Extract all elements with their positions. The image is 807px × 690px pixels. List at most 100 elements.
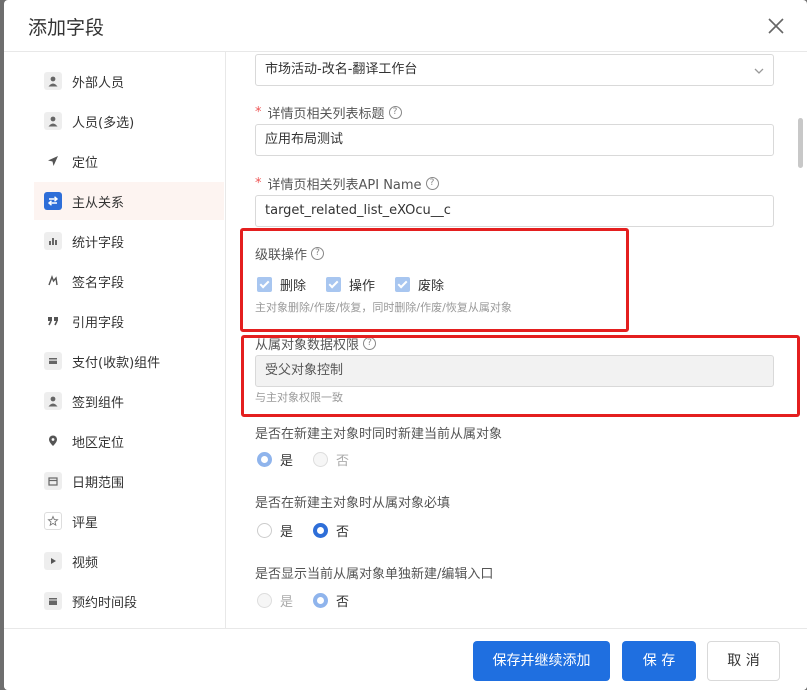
sidebar-item-label: 日期范围 (72, 475, 125, 491)
sidebar-item-region[interactable]: 地区定位 (34, 422, 224, 460)
sidebar-item-label: 支付(收款)组件 (72, 355, 161, 371)
q3-radio-group: 是 否 (257, 591, 369, 610)
bar-chart-icon (44, 232, 62, 250)
save-and-continue-button[interactable]: 保存并继续添加 (473, 641, 610, 681)
related-list-title-label: * 详情页相关列表标题 ? (255, 103, 402, 122)
sidebar-item-person-multi[interactable]: 人员(多选) (34, 102, 224, 140)
q1-radio-group: 是 否 (257, 450, 369, 469)
sidebar-item-master-detail[interactable]: 主从关系 (34, 182, 224, 220)
q1-label: 是否在新建主对象时同时新建当前从属对象 (255, 427, 503, 442)
sidebar-item-label: 主从关系 (72, 195, 125, 211)
radio-unselected-icon (257, 523, 272, 538)
dialog-footer: 保存并继续添加 保 存 取 消 (4, 628, 807, 690)
sidebar-item-label: 地区定位 (72, 435, 125, 451)
cascade-operate-checkbox[interactable]: 操作 (326, 275, 375, 294)
permission-input: 受父对象控制 (255, 355, 774, 387)
close-icon[interactable] (764, 14, 788, 38)
required-mark: * (255, 176, 262, 191)
map-pin-icon (44, 432, 62, 450)
q2-no-radio[interactable]: 否 (313, 521, 349, 540)
form-scrollbar[interactable] (798, 118, 803, 168)
video-play-icon (44, 552, 62, 570)
q2-radio-group: 是 否 (257, 521, 369, 540)
required-mark: * (255, 105, 262, 120)
person-icon (44, 112, 62, 130)
sidebar-item-reference[interactable]: 引用字段 (34, 302, 224, 340)
permission-hint: 与主对象权限一致 (255, 391, 343, 404)
cascade-hint: 主对象删除/作废/恢复，同时删除/作废/恢复从属对象 (255, 301, 512, 314)
sidebar-item-label: 外部人员 (72, 75, 125, 91)
checkbox-checked-icon (395, 277, 411, 292)
radio-label: 否 (336, 525, 350, 540)
api-name-label: * 详情页相关列表API Name ? (255, 174, 439, 193)
field-type-sidebar: 外部人员 人员(多选) 定位 主从关系 统计字段 签名字段 引用字段 支付(收款… (4, 52, 226, 628)
radio-label: 是 (280, 454, 294, 469)
person-icon (44, 72, 62, 90)
help-icon[interactable]: ? (311, 247, 325, 260)
dialog-header: 添加字段 (4, 0, 807, 52)
star-icon (44, 512, 62, 530)
cascade-label: 级联操作 ? (255, 244, 325, 263)
sidebar-item-label: 引用字段 (72, 315, 125, 331)
chevron-down-icon (754, 68, 764, 74)
master-object-select-value: 市场活动-改名-翻译工作台 (265, 62, 418, 77)
sidebar-item-label: 人员(多选) (72, 115, 135, 131)
sidebar-item-checkin[interactable]: 签到组件 (34, 382, 224, 420)
help-icon[interactable]: ? (363, 337, 377, 350)
sidebar-item-external-person[interactable]: 外部人员 (34, 62, 224, 100)
radio-label: 是 (280, 525, 294, 540)
checkbox-label: 废除 (418, 279, 445, 294)
q1-yes-radio[interactable]: 是 (257, 450, 293, 469)
sidebar-item-label: 签到组件 (72, 395, 125, 411)
sidebar-item-label: 定位 (72, 155, 99, 171)
cancel-button[interactable]: 取 消 (707, 641, 780, 681)
sidebar-item-rating[interactable]: 评星 (34, 502, 224, 540)
api-name-input[interactable]: target_related_list_eXOcu__c (255, 195, 774, 227)
sidebar-item-label: 评星 (72, 515, 99, 531)
signature-icon (44, 272, 62, 290)
add-field-dialog: 添加字段 外部人员 人员(多选) 定位 主从关系 统计字段 签名字段 引用字段 … (4, 0, 807, 690)
permission-label-text: 从属对象数据权限 (255, 338, 360, 353)
sidebar-item-location[interactable]: 定位 (34, 142, 224, 180)
q3-no-radio[interactable]: 否 (313, 591, 349, 610)
dialog-title: 添加字段 (28, 17, 105, 39)
master-object-select[interactable]: 市场活动-改名-翻译工作台 (255, 54, 774, 86)
field-config-form: 市场活动-改名-翻译工作台 * 详情页相关列表标题 ? 应用布局测试 * 详情页… (227, 52, 807, 628)
help-icon[interactable]: ? (388, 106, 402, 119)
sidebar-item-statistics[interactable]: 统计字段 (34, 222, 224, 260)
radio-label: 否 (336, 595, 350, 610)
quote-icon (44, 312, 62, 330)
checkbox-checked-icon (326, 277, 342, 292)
swap-arrows-icon (44, 192, 62, 210)
sidebar-item-appointment[interactable]: 预约时间段 (34, 582, 224, 620)
cascade-delete-checkbox[interactable]: 删除 (257, 275, 306, 294)
cascade-void-checkbox[interactable]: 废除 (395, 275, 444, 294)
radio-label: 是 (280, 595, 294, 610)
sidebar-item-video[interactable]: 视频 (34, 542, 224, 580)
sidebar-item-signature[interactable]: 签名字段 (34, 262, 224, 300)
radio-label: 否 (336, 454, 350, 469)
calendar-icon (44, 472, 62, 490)
location-arrow-icon (44, 152, 62, 170)
checkbox-checked-icon (257, 277, 272, 292)
q1-no-radio[interactable]: 否 (313, 450, 349, 469)
q3-yes-radio[interactable]: 是 (257, 591, 293, 610)
checkin-person-icon (44, 392, 62, 410)
cascade-label-text: 级联操作 (255, 248, 308, 263)
radio-selected-icon (257, 452, 272, 467)
sidebar-item-label: 预约时间段 (72, 595, 138, 611)
sidebar-item-label: 视频 (72, 555, 99, 571)
radio-unselected-icon (313, 452, 329, 467)
q2-yes-radio[interactable]: 是 (257, 521, 293, 540)
schedule-icon (44, 592, 62, 610)
q3-label: 是否显示当前从属对象单独新建/编辑入口 (255, 567, 494, 582)
checkbox-label: 操作 (349, 279, 376, 294)
sidebar-item-label: 统计字段 (72, 235, 125, 251)
sidebar-item-date-range[interactable]: 日期范围 (34, 462, 224, 500)
payment-icon (44, 352, 62, 370)
sidebar-item-payment[interactable]: 支付(收款)组件 (34, 342, 224, 380)
save-button[interactable]: 保 存 (622, 641, 696, 681)
help-icon[interactable]: ? (425, 177, 439, 190)
related-list-title-input[interactable]: 应用布局测试 (255, 124, 774, 156)
q2-label: 是否在新建主对象时从属对象必填 (255, 496, 451, 511)
